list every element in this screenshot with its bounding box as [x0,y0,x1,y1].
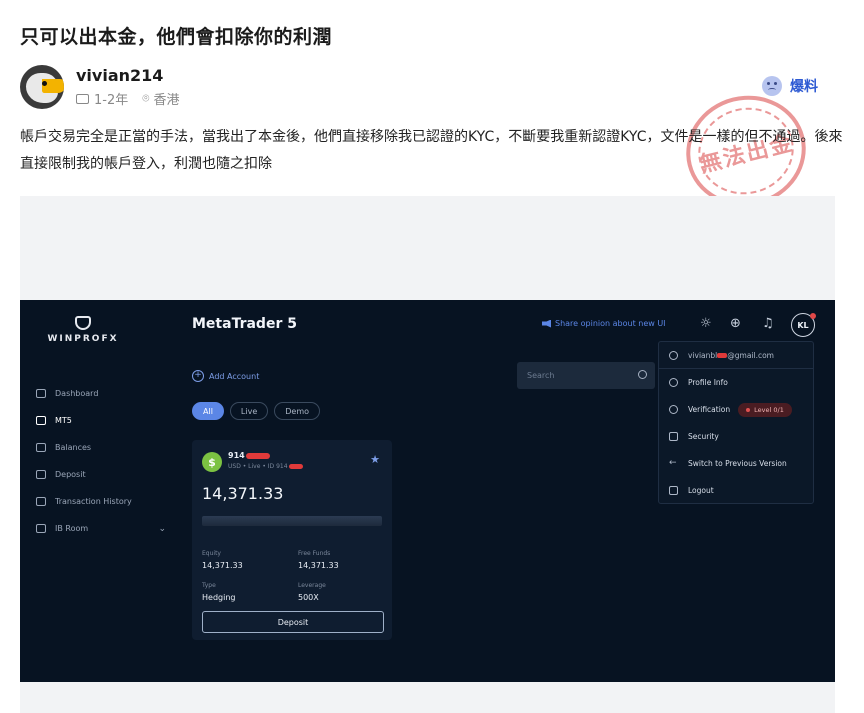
eagle-eye-icon [42,81,47,86]
add-account-label: Add Account [209,371,260,381]
logo-text: WINPROFX [47,334,119,344]
redaction-mark [245,452,270,459]
globe-icon[interactable]: ⊕ [730,316,741,331]
chevron-down-icon: ⌄ [158,523,166,534]
history-icon [36,497,46,506]
share-text: Share opinion about new UI [555,319,666,328]
megaphone-icon [542,319,551,328]
filter-demo[interactable]: Demo [274,402,321,420]
account-type-value: Hedging [202,593,236,602]
star-icon[interactable]: ★ [370,453,380,466]
post-body: 帳戶交易完全是正當的手法，當我出了本金後，他們直接移除我已認證的KYC，不斷要我… [20,129,843,172]
wallet-icon [36,443,46,452]
free-funds: Free Funds 14,371.33 [298,550,339,570]
redaction-mark [717,352,728,358]
sidebar-item-dashboard[interactable]: Dashboard [36,380,166,407]
free-funds-value: 14,371.33 [298,561,339,570]
post-title: 只可以出本金，他們會扣除你的利潤 [20,26,333,48]
sidebar-item-deposit[interactable]: Deposit [36,461,166,488]
mt5-icon [36,416,46,425]
sidebar-item-transaction-history[interactable]: Transaction History [36,488,166,515]
account-balance: 14,371.33 [202,484,284,503]
app-title: MetaTrader 5 [192,316,297,332]
sidebar-nav: Dashboard MT5 Balances Deposit Transacti… [36,380,166,542]
location-text: 香港 [153,93,180,108]
sidebar-item-mt5[interactable]: MT5 [36,407,166,434]
account-card[interactable]: $ 914 USD • Live • ID 914 ★ 14,371.33 Eq… [192,440,392,640]
sidebar-item-label: IB Room [55,524,89,533]
filter-live[interactable]: Live [229,402,269,420]
sidebar-item-label: MT5 [55,416,72,425]
equity: Equity 14,371.33 [202,550,243,570]
lock-icon [669,432,678,441]
sidebar-item-label: Deposit [55,470,86,479]
duration: 1-2年 [76,89,128,108]
winprofx-logo-icon [75,316,91,330]
balance-bar [202,516,382,526]
sidebar-item-ib-room[interactable]: IB Room ⌄ [36,515,166,542]
menu-switch-version[interactable]: ← Switch to Previous Version [659,450,813,477]
notification-dot [810,313,816,319]
location-pin-icon: ⌾ [142,91,150,105]
username[interactable]: vivian214 [76,66,193,85]
sidebar-item-label: Balances [55,443,92,452]
avatar[interactable] [20,65,64,109]
menu-security[interactable]: Security [659,423,813,450]
card-icon [76,93,89,104]
verification-level-badge: Level 0/1 [738,402,792,417]
filter-all[interactable]: All [192,402,224,420]
avatar-initials: KL [797,320,809,330]
search-placeholder: Search [527,371,555,380]
sidebar-item-label: Transaction History [55,497,132,506]
duration-text: 1-2年 [94,93,129,108]
plus-circle-icon: + [192,370,204,382]
search-input[interactable]: Search [517,362,655,389]
shield-icon [669,405,678,414]
leverage-value: 500X [298,593,319,602]
account-subtitle: USD • Live • ID 914 [228,463,303,470]
logout-icon [669,486,678,495]
theme-sun-icon[interactable]: ☼ [700,316,712,331]
equity-value: 14,371.33 [202,561,243,570]
leverage: Leverage 500X [298,582,326,602]
user-avatar-button[interactable]: KL [791,313,816,337]
bell-icon[interactable]: ♫ [762,316,774,331]
author-block: vivian214 1-2年 ⌾ 香港 [20,64,193,110]
dashboard-icon [36,389,46,398]
menu-logout[interactable]: Logout [659,477,813,504]
location: ⌾ 香港 [142,89,179,108]
search-icon [638,370,647,379]
user-icon [669,350,678,360]
expose-label: 爆料 [790,79,818,95]
menu-email: vivianbl @gmail.com [659,342,813,369]
arrow-left-icon: ← [669,458,677,468]
account-number: 914 [228,451,270,460]
user-dropdown-menu: vivianbl @gmail.com Profile Info Verifica… [658,341,814,504]
menu-verification[interactable]: Verification Level 0/1 [659,396,813,423]
add-account-button[interactable]: + Add Account [192,370,259,382]
dollar-icon: $ [202,452,222,472]
ib-room-icon [36,524,46,533]
redaction-mark [288,464,303,469]
share-opinion-link[interactable]: Share opinion about new UI [542,319,666,328]
menu-profile-info[interactable]: Profile Info [659,369,813,396]
sidebar-item-label: Dashboard [55,389,99,398]
mt5-screenshot: WINPROFX MetaTrader 5 Share opinion abou… [20,300,835,682]
info-icon [669,378,678,387]
account-filters: All Live Demo [192,402,326,420]
account-type: Type Hedging [202,582,236,602]
deposit-button[interactable]: Deposit [202,611,384,633]
sidebar-item-balances[interactable]: Balances [36,434,166,461]
winprofx-logo: WINPROFX [38,316,128,344]
deposit-icon [36,470,46,479]
